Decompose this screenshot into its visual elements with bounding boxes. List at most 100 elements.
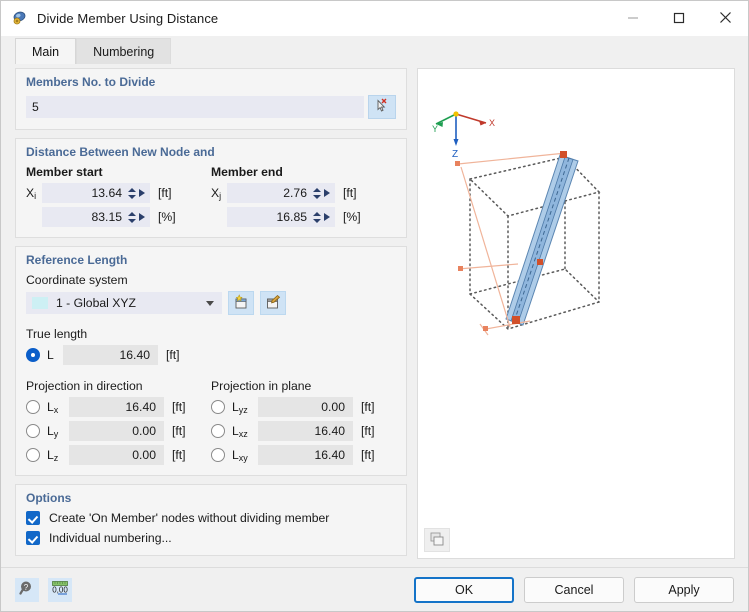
member-end-length-more-icon[interactable]: [324, 189, 330, 197]
member-end-percent-more-icon[interactable]: [324, 213, 330, 221]
chevron-down-icon[interactable]: [206, 301, 214, 306]
new-coordinate-system-button[interactable]: [228, 291, 254, 315]
ok-button[interactable]: OK: [414, 577, 514, 603]
maximize-button[interactable]: [656, 1, 702, 34]
projection-lxz-row: Lxz 16.40 [ft]: [211, 421, 396, 441]
member-start-column: Member start Xi 13.64 [ft]: [26, 165, 211, 227]
projection-plane-column: Projection in plane Lyz 0.00 [ft] Lxz 16…: [211, 379, 396, 465]
select-pick-button[interactable]: [368, 95, 396, 119]
help-magnifier-icon: ?: [19, 580, 35, 599]
member-end-percent-input[interactable]: 16.85: [227, 207, 335, 227]
true-length-row: L 16.40 [ft]: [26, 345, 396, 365]
minimize-button[interactable]: [610, 1, 656, 34]
member-end-var-label: Xj: [211, 186, 227, 200]
projection-lyz-radio[interactable]: [211, 400, 225, 414]
projection-lyz-label: Lyz: [232, 400, 258, 414]
members-group-title: Members No. to Divide: [26, 75, 396, 89]
member-start-percent-unit: [%]: [158, 210, 192, 224]
projection-ly-radio[interactable]: [26, 424, 40, 438]
member-end-length-row: Xj 2.76 [ft]: [211, 183, 396, 203]
distance-columns: Member start Xi 13.64 [ft]: [26, 165, 396, 227]
member-end-length-input[interactable]: 2.76: [227, 183, 335, 203]
option-create-on-member-nodes[interactable]: Create 'On Member' nodes without dividin…: [26, 511, 396, 525]
projection-lxz-label: Lxz: [232, 424, 258, 438]
reference-length-group: Reference Length Coordinate system 1 - G…: [15, 246, 407, 476]
member-start-length-input[interactable]: 13.64: [42, 183, 150, 203]
projection-lz-unit: [ft]: [172, 448, 206, 462]
projection-direction-label: Projection in direction: [26, 379, 211, 393]
projection-direction-column: Projection in direction Lx 16.40 [ft] Ly…: [26, 379, 211, 465]
true-length-radio[interactable]: [26, 348, 40, 362]
projection-ly-label: Ly: [47, 424, 69, 438]
model-viewport[interactable]: X Y Z: [418, 69, 734, 558]
window-title: Divide Member Using Distance: [37, 11, 218, 26]
units-0-00-icon: 0,00: [51, 580, 69, 599]
projection-lyz-value: 0.00: [258, 397, 353, 417]
svg-text:?: ?: [24, 583, 29, 592]
projection-columns: Projection in direction Lx 16.40 [ft] Ly…: [26, 379, 396, 465]
member-start-length-more-icon[interactable]: [139, 189, 145, 197]
coordinate-system-swatch: [32, 297, 48, 309]
window-controls: [610, 1, 748, 35]
projection-lxy-label: Lxy: [232, 448, 258, 462]
distance-group: Distance Between New Node and Member sta…: [15, 138, 407, 238]
projection-lyz-row: Lyz 0.00 [ft]: [211, 397, 396, 417]
option-individual-numbering[interactable]: Individual numbering...: [26, 531, 396, 545]
projection-lx-label: Lx: [47, 400, 69, 414]
projection-ly-value: 0.00: [69, 421, 164, 441]
tab-main[interactable]: Main: [15, 38, 76, 64]
cancel-button[interactable]: Cancel: [524, 577, 624, 603]
dialog-window: Divide Member Using Distance Main Number…: [0, 0, 749, 612]
coordinate-system-select[interactable]: 1 - Global XYZ: [26, 292, 222, 314]
member-end-percent-value: 16.85: [233, 207, 312, 227]
projection-lxy-row: Lxy 16.40 [ft]: [211, 445, 396, 465]
member-end-percent-spinner[interactable]: [312, 208, 321, 226]
settings-column: Members No. to Divide 5 Distan: [15, 68, 407, 564]
member-end-percent-unit: [%]: [343, 210, 377, 224]
true-length-var-label: L: [47, 348, 63, 362]
apply-button[interactable]: Apply: [634, 577, 734, 603]
members-input[interactable]: 5: [26, 96, 364, 118]
dialog-content: Members No. to Divide 5 Distan: [1, 64, 748, 567]
projection-lx-row: Lx 16.40 [ft]: [26, 397, 211, 417]
close-button[interactable]: [702, 1, 748, 34]
member-start-percent-more-icon[interactable]: [139, 213, 145, 221]
member-end-percent-row: 16.85 [%]: [211, 207, 396, 227]
edit-coordinate-system-button[interactable]: [260, 291, 286, 315]
members-input-row: 5: [26, 95, 396, 119]
option-create-on-member-nodes-checkbox[interactable]: [26, 511, 40, 525]
divide-member-icon: [12, 10, 28, 26]
tab-strip: Main Numbering: [1, 36, 748, 64]
member-start-length-spinner[interactable]: [127, 184, 136, 202]
model-viewport-panel[interactable]: X Y Z: [417, 68, 735, 559]
member-end-length-spinner[interactable]: [312, 184, 321, 202]
projection-lxz-radio[interactable]: [211, 424, 225, 438]
reference-length-group-title: Reference Length: [26, 253, 396, 267]
projection-lz-radio[interactable]: [26, 448, 40, 462]
options-group: Options Create 'On Member' nodes without…: [15, 484, 407, 556]
option-create-on-member-nodes-label: Create 'On Member' nodes without dividin…: [49, 511, 329, 525]
members-group: Members No. to Divide 5: [15, 68, 407, 130]
member-start-heading: Member start: [26, 165, 211, 179]
svg-text:0,00: 0,00: [52, 586, 68, 595]
member-start-length-row: Xi 13.64 [ft]: [26, 183, 211, 203]
projection-lyz-unit: [ft]: [361, 400, 395, 414]
option-individual-numbering-checkbox[interactable]: [26, 531, 40, 545]
member-start-percent-input[interactable]: 83.15: [42, 207, 150, 227]
copy-view-icon: [429, 531, 445, 550]
projection-lz-value: 0.00: [69, 445, 164, 465]
true-length-value: 16.40: [63, 345, 158, 365]
true-length-unit: [ft]: [166, 348, 200, 362]
units-button[interactable]: 0,00: [48, 578, 72, 602]
member-start-percent-row: 83.15 [%]: [26, 207, 211, 227]
projection-lxy-unit: [ft]: [361, 448, 395, 462]
tab-numbering[interactable]: Numbering: [76, 38, 171, 64]
member-start-percent-spinner[interactable]: [127, 208, 136, 226]
projection-ly-row: Ly 0.00 [ft]: [26, 421, 211, 441]
help-button[interactable]: ?: [15, 578, 39, 602]
projection-lxy-radio[interactable]: [211, 448, 225, 462]
member-end-length-value: 2.76: [233, 183, 312, 203]
copy-view-button[interactable]: [424, 528, 450, 552]
title-bar: Divide Member Using Distance: [1, 1, 748, 36]
projection-lx-radio[interactable]: [26, 400, 40, 414]
